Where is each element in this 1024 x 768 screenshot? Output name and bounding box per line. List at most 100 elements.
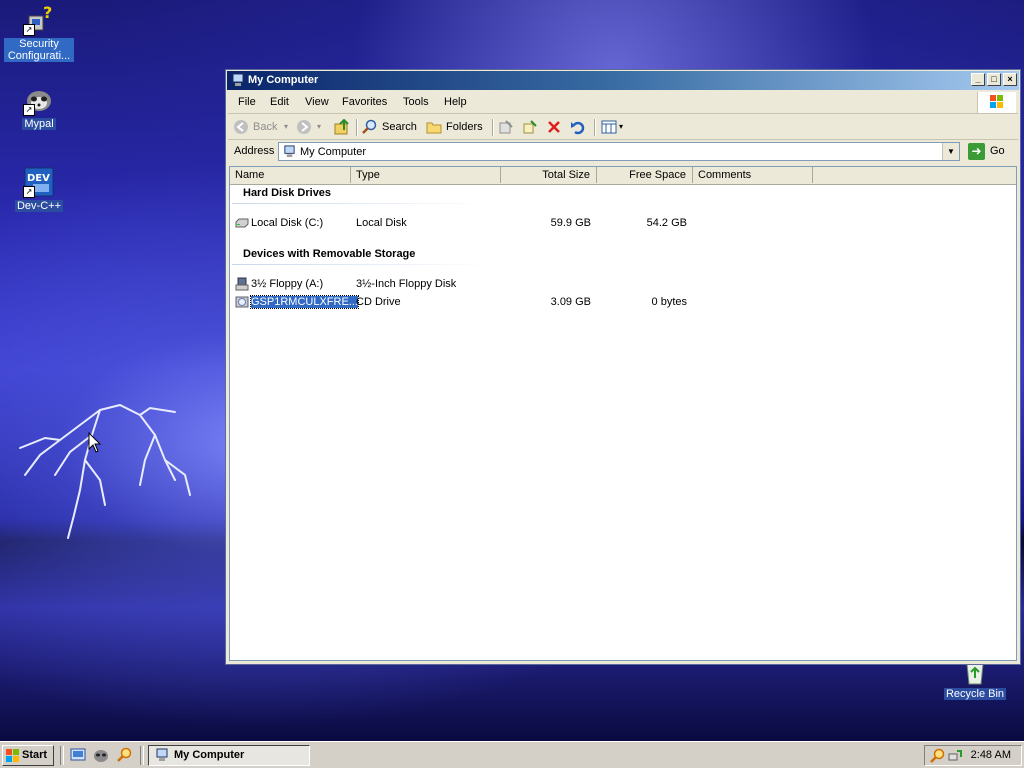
folders-label: Folders	[446, 121, 483, 133]
move-to-icon	[499, 120, 513, 134]
recycle-bin-icon	[959, 663, 991, 686]
forward-dropdown-icon[interactable]: ▾	[317, 118, 321, 136]
item-total-size: 3.09 GB	[550, 296, 591, 308]
mypal-quicklaunch-icon[interactable]	[93, 747, 109, 763]
shortcut-arrow-icon: ↗	[23, 24, 35, 36]
address-value: My Computer	[300, 146, 367, 158]
taskbar-separator	[60, 746, 64, 765]
item-type: CD Drive	[356, 296, 401, 308]
mouse-cursor-icon	[88, 432, 102, 453]
minimize-button[interactable]: _	[971, 73, 985, 86]
forward-button[interactable]: ▾	[296, 118, 326, 136]
item-name: 3½ Floppy (A:)	[251, 278, 324, 290]
views-button[interactable]: ▾	[601, 118, 629, 136]
forward-arrow-icon	[297, 120, 311, 134]
up-folder-button[interactable]	[334, 118, 352, 136]
go-button[interactable]: ➜ Go	[966, 142, 1014, 161]
menu-tools[interactable]: Tools	[403, 96, 429, 108]
address-dropdown-icon[interactable]: ▼	[942, 143, 959, 160]
back-arrow-icon	[234, 120, 248, 134]
shortcut-arrow-icon: ↗	[23, 186, 35, 198]
mypal-icon: ↗	[23, 84, 55, 116]
taskbar: Start My Computer 2:48 AM	[0, 741, 1024, 768]
column-header-free-space[interactable]: Free Space	[597, 167, 693, 183]
my-computer-icon	[232, 73, 244, 86]
back-button[interactable]: Back ▾	[233, 118, 288, 136]
menu-file[interactable]: File	[238, 96, 256, 108]
column-header-row: Name Type Total Size Free Space Comments	[230, 167, 1016, 185]
copy-to-icon	[523, 120, 537, 134]
copy-to-button[interactable]	[522, 118, 540, 136]
item-name: Local Disk (C:)	[251, 217, 324, 229]
cd-drive-icon	[235, 296, 249, 308]
go-arrow-icon: ➜	[968, 143, 985, 160]
lightning-wallpaper	[19, 404, 191, 539]
move-to-button[interactable]	[498, 118, 516, 136]
my-computer-icon	[156, 748, 168, 761]
desktop-icon-mypal[interactable]: ↗ Mypal	[4, 84, 74, 130]
window-titlebar[interactable]: My Computer _ □ ×	[227, 71, 1019, 90]
taskbar-button-my-computer[interactable]: My Computer	[148, 745, 310, 766]
toolbar-separator	[492, 119, 494, 136]
column-header-type[interactable]: Type	[351, 167, 501, 183]
start-button[interactable]: Start	[2, 745, 54, 766]
delete-button[interactable]	[546, 118, 564, 136]
column-header-comments[interactable]: Comments	[693, 167, 813, 183]
clock[interactable]: 2:48 AM	[971, 749, 1011, 761]
column-header-name[interactable]: Name	[230, 167, 351, 183]
my-computer-icon	[284, 145, 295, 158]
security-config-icon: ? ↗	[23, 3, 55, 36]
views-icon	[601, 120, 617, 134]
system-tray: 2:48 AM	[924, 745, 1022, 766]
group-divider	[232, 203, 490, 204]
back-dropdown-icon[interactable]: ▾	[284, 118, 288, 136]
folders-icon	[426, 122, 442, 134]
group-header-removable-storage: Devices with Removable Storage	[243, 248, 416, 260]
item-name: GSP1RMCULXFRE...	[250, 295, 359, 309]
address-input[interactable]: My Computer ▼	[278, 142, 960, 161]
devcpp-icon: DEV ↗	[23, 166, 55, 198]
folders-button[interactable]: Folders	[426, 118, 486, 136]
desktop-icon-label: Dev-C++	[14, 200, 64, 212]
up-folder-icon	[334, 119, 349, 135]
shortcut-arrow-icon: ↗	[23, 104, 35, 116]
item-type: Local Disk	[356, 217, 407, 229]
menu-edit[interactable]: Edit	[270, 96, 289, 108]
undo-button[interactable]	[570, 118, 588, 136]
menu-bar: File Edit View Favorites Tools Help	[228, 92, 1018, 114]
toolbar-separator	[356, 119, 358, 136]
tray-search-icon[interactable]	[929, 748, 945, 764]
desktop-icon-devcpp[interactable]: DEV ↗ Dev-C++	[4, 166, 74, 212]
address-label: Address	[234, 145, 275, 157]
list-item[interactable]: 3½ Floppy (A:) 3½-Inch Floppy Disk	[230, 275, 1018, 293]
menu-help[interactable]: Help	[444, 96, 467, 108]
window-title: My Computer	[248, 74, 319, 86]
search-quicklaunch-icon[interactable]	[116, 747, 132, 763]
list-item[interactable]: GSP1RMCULXFRE... CD Drive 3.09 GB 0 byte…	[230, 293, 1018, 311]
desktop-icon-recycle-bin[interactable]: Recycle Bin	[940, 663, 1010, 700]
hard-disk-icon	[235, 218, 249, 228]
delete-icon	[548, 121, 560, 133]
windows-flag-icon	[6, 749, 19, 762]
item-free-space: 0 bytes	[651, 296, 687, 308]
file-list-view[interactable]: Name Type Total Size Free Space Comments…	[229, 166, 1017, 661]
undo-icon	[571, 121, 585, 135]
toolbar-separator	[594, 119, 596, 136]
tray-network-icon[interactable]	[947, 748, 963, 764]
show-desktop-icon[interactable]	[70, 747, 86, 763]
taskbar-button-label: My Computer	[174, 749, 245, 761]
column-header-total-size[interactable]: Total Size	[501, 167, 597, 183]
views-dropdown-icon[interactable]: ▾	[619, 118, 623, 136]
taskbar-separator	[140, 746, 144, 765]
list-item[interactable]: Local Disk (C:) Local Disk 59.9 GB 54.2 …	[230, 214, 1018, 232]
menu-favorites[interactable]: Favorites	[342, 96, 387, 108]
item-total-size: 59.9 GB	[550, 217, 591, 229]
item-type: 3½-Inch Floppy Disk	[356, 278, 457, 290]
maximize-button[interactable]: □	[987, 73, 1001, 86]
search-button[interactable]: Search	[362, 118, 420, 136]
go-label: Go	[990, 145, 1005, 157]
svg-text:DEV: DEV	[27, 173, 50, 184]
desktop-icon-security-configuration[interactable]: ? ↗ Security Configurati...	[4, 3, 74, 62]
menu-view[interactable]: View	[305, 96, 329, 108]
close-button[interactable]: ×	[1003, 73, 1017, 86]
